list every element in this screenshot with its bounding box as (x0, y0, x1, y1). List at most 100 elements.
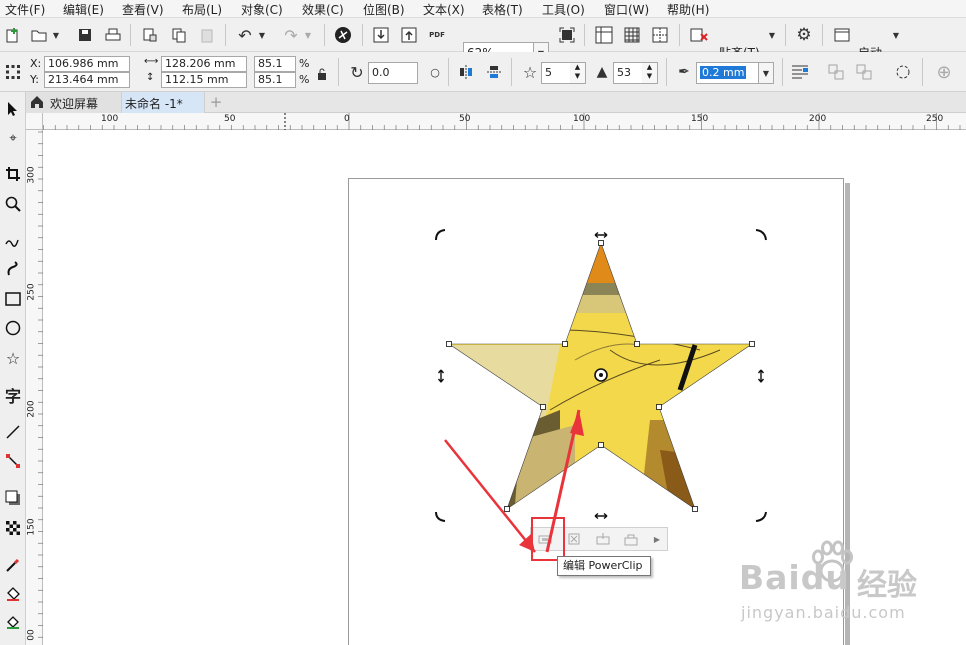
document-tab-bar: 欢迎屏幕 未命名 -1* + (26, 92, 966, 113)
undo-icon[interactable]: ↶ (234, 24, 256, 46)
full-screen-icon[interactable] (556, 24, 578, 46)
ruler-label: 150 (691, 114, 709, 124)
menu-edit[interactable]: 编辑(E) (63, 1, 104, 18)
sharpness-field[interactable]: 53 (613, 62, 643, 84)
polygon-tool-icon[interactable]: ☆ (2, 347, 24, 369)
menu-tools[interactable]: 工具(O) (542, 1, 585, 18)
height-field[interactable]: 112.15 mm (161, 72, 247, 88)
chevron-down-icon[interactable]: ▼ (890, 24, 902, 46)
toolbox: ⌖ ☆ 字 (0, 92, 26, 645)
x-position-field[interactable]: 106.986 mm (44, 56, 130, 72)
star-points-field[interactable]: 5 (541, 62, 571, 84)
crop-tool-icon[interactable] (2, 163, 24, 185)
scale-x-field[interactable]: 85.1 (254, 56, 296, 72)
ruler-label: 200 (26, 400, 37, 418)
ruler-label: 300 (26, 166, 37, 184)
lock-ratio-icon[interactable] (314, 66, 330, 82)
rotation-angle-field[interactable]: 0.0 (368, 62, 418, 84)
chevron-down-icon[interactable]: ▼ (758, 62, 774, 84)
print-icon[interactable] (102, 24, 124, 46)
menu-window[interactable]: 窗口(W) (604, 1, 649, 18)
corel-connect-icon[interactable] (332, 24, 354, 46)
import-arrow-icon[interactable] (370, 24, 392, 46)
add-quick-customize-icon[interactable]: ⊕ (933, 61, 955, 83)
ruler-label: 50 (459, 114, 471, 124)
menu-help[interactable]: 帮助(H) (667, 1, 709, 18)
pick-tool-icon[interactable] (2, 98, 24, 120)
menu-bitmap[interactable]: 位图(B) (363, 1, 405, 18)
transparency-icon[interactable] (2, 517, 24, 539)
redo-icon[interactable]: ↷ (280, 24, 302, 46)
menu-table[interactable]: 表格(T) (482, 1, 523, 18)
toolbar-separator (448, 58, 449, 86)
percent-label: % (299, 57, 310, 70)
interactive-fill-icon[interactable] (2, 583, 24, 605)
scale-y-field[interactable]: 85.1 (254, 72, 296, 88)
copy-icon[interactable] (168, 24, 190, 46)
small-circle-icon[interactable]: ○ (424, 61, 446, 83)
chevron-down-icon[interactable]: ▼ (50, 24, 62, 46)
paste-icon[interactable] (196, 24, 218, 46)
eyedropper-icon[interactable] (2, 554, 24, 576)
menu-layout[interactable]: 布局(L) (182, 1, 222, 18)
menu-text[interactable]: 文本(X) (423, 1, 465, 18)
text-tool-icon[interactable]: 字 (2, 384, 24, 406)
menu-effects[interactable]: 效果(C) (302, 1, 344, 18)
vertical-ruler[interactable]: 300 250 200 150 00 (26, 130, 43, 645)
width-field[interactable]: 128.206 mm (161, 56, 247, 72)
object-origin-icon[interactable] (2, 61, 24, 83)
property-bar: X: 106.986 mm Y: 213.464 mm ⟷ 128.206 mm… (0, 52, 966, 92)
menu-view[interactable]: 查看(V) (122, 1, 164, 18)
open-folder-icon[interactable] (28, 24, 50, 46)
ellipse-tool-icon[interactable] (2, 317, 24, 339)
smart-fill-icon[interactable] (2, 611, 24, 633)
new-document-icon[interactable] (2, 24, 24, 46)
parallel-dimension-icon[interactable] (2, 421, 24, 443)
toolbar-separator (511, 58, 512, 86)
toolbar-separator (785, 24, 786, 46)
show-grid-icon[interactable] (621, 24, 643, 46)
snap-off-icon[interactable] (688, 24, 710, 46)
chevron-down-icon[interactable]: ▼ (766, 24, 778, 46)
mirror-horizontal-icon[interactable] (455, 61, 477, 83)
chevron-right-icon[interactable]: ▶ (649, 529, 665, 549)
import-icon[interactable] (139, 24, 161, 46)
drop-shadow-icon[interactable] (2, 487, 24, 509)
tab-welcome-screen[interactable]: 欢迎屏幕 (26, 92, 122, 113)
ruler-label: 150 (26, 518, 37, 536)
rotate-icon[interactable]: ↻ (346, 61, 368, 83)
watermark-url: jingyan.baidu.com (741, 603, 906, 622)
text-wrap-icon[interactable] (789, 61, 811, 83)
y-position-field[interactable]: 213.464 mm (44, 72, 130, 88)
chevron-down-icon[interactable]: ▼ (302, 24, 314, 46)
ruler-origin-corner[interactable] (26, 113, 43, 130)
to-back-icon[interactable] (853, 61, 875, 83)
zoom-tool-icon[interactable] (2, 193, 24, 215)
rectangle-tool-icon[interactable] (2, 288, 24, 310)
tab-untitled-document[interactable]: 未命名 -1* (122, 92, 205, 113)
menu-object[interactable]: 对象(C) (241, 1, 283, 18)
points-spinner[interactable]: ▲ ▼ (570, 62, 586, 84)
export-arrow-icon[interactable] (398, 24, 420, 46)
horizontal-ruler[interactable]: 100 50 0 50 100 150 200 250 (26, 113, 966, 130)
add-tab-icon[interactable]: + (206, 92, 226, 113)
chevron-down-icon[interactable]: ▼ (256, 24, 268, 46)
shape-tool-icon[interactable]: ⌖ (2, 127, 24, 149)
tab-welcome-label: 欢迎屏幕 (50, 97, 99, 111)
to-front-icon[interactable] (825, 61, 847, 83)
artistic-media-icon[interactable] (2, 258, 24, 280)
menu-bar: 文件(F) 编辑(E) 查看(V) 布局(L) 对象(C) 效果(C) 位图(B… (0, 0, 966, 18)
menu-file[interactable]: 文件(F) (5, 1, 45, 18)
show-guidelines-icon[interactable] (649, 24, 671, 46)
show-rulers-icon[interactable] (593, 24, 615, 46)
freehand-tool-icon[interactable] (2, 229, 24, 251)
convert-to-curves-icon[interactable] (892, 61, 914, 83)
save-icon[interactable] (74, 24, 96, 46)
gear-icon[interactable]: ⚙ (793, 24, 815, 46)
application-launcher-icon[interactable] (831, 24, 853, 46)
sharpness-spinner[interactable]: ▲ ▼ (642, 62, 658, 84)
annotation-arrows (444, 409, 584, 553)
mirror-vertical-icon[interactable] (483, 61, 505, 83)
publish-pdf-icon[interactable]: PDF (426, 24, 448, 46)
connector-tool-icon[interactable] (2, 450, 24, 472)
